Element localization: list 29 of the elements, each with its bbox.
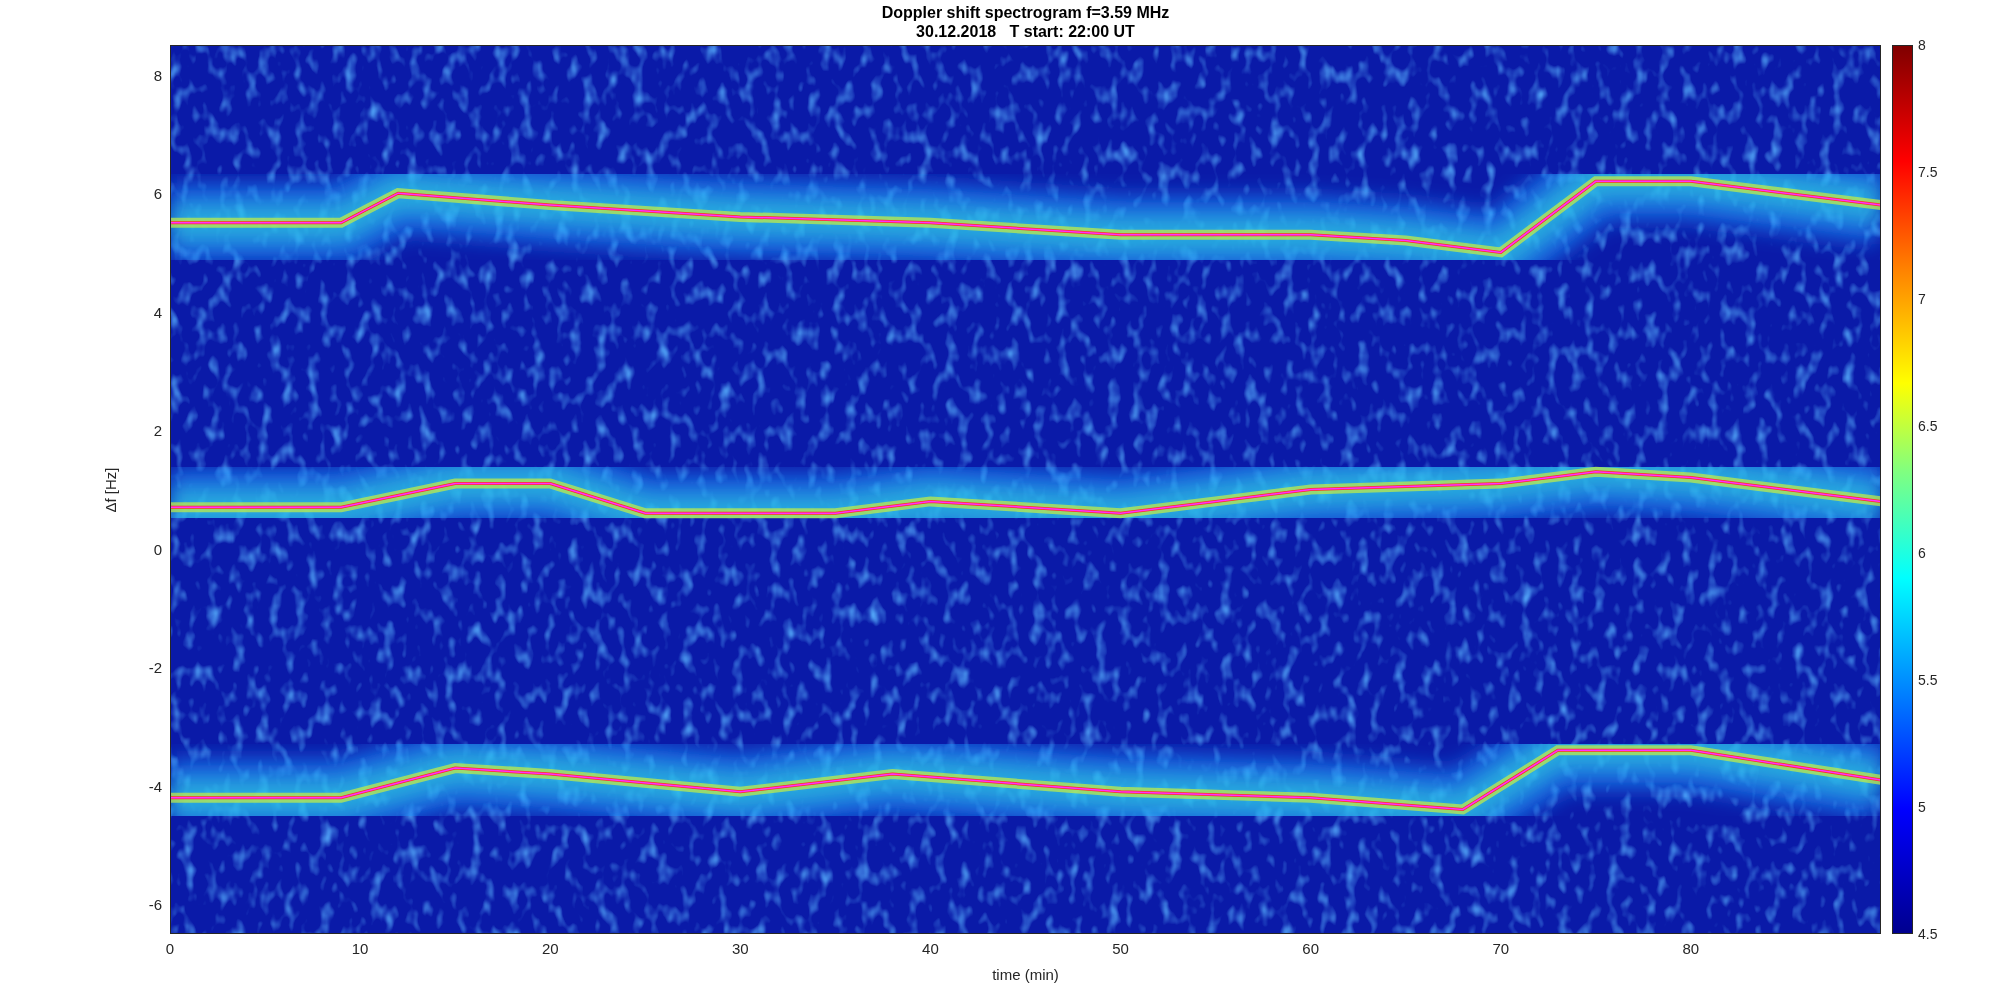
y-tick-label: 6 — [153, 184, 162, 202]
y-tick-label: -4 — [148, 777, 162, 795]
y-tick-label: 2 — [153, 421, 162, 439]
x-axis-label: time (min) — [992, 966, 1059, 983]
colorbar-tick-label: 4.5 — [1918, 926, 1938, 942]
y-axis-label: Δf [Hz] — [101, 467, 119, 512]
y-tick-label: -2 — [148, 658, 162, 676]
y-tick-label: 4 — [153, 303, 162, 321]
colorbar-tick-label: 7.5 — [1918, 164, 1938, 180]
colorbar-tick-label: 6.5 — [1918, 418, 1938, 434]
colorbar-tick-label: 5 — [1918, 799, 1926, 815]
x-tick-label: 30 — [732, 940, 749, 957]
chart-title: Doppler shift spectrogram f=3.59 MHz — [881, 3, 1170, 22]
x-tick-label: 50 — [1112, 940, 1129, 957]
colorbar-tick-label: 7 — [1918, 291, 1926, 307]
colorbar-tick-label: 8 — [1918, 37, 1926, 53]
x-tick-label: 80 — [1682, 940, 1700, 957]
x-tick-label: 60 — [1302, 940, 1319, 957]
x-tick-label: 20 — [541, 940, 559, 957]
x-tick-label: 40 — [922, 940, 939, 957]
x-tick-label: 0 — [165, 940, 175, 957]
chart-title: 30.12.2018 T start: 22:00 UT — [916, 22, 1135, 41]
y-tick-label: 0 — [153, 540, 162, 558]
x-tick-label: 70 — [1492, 940, 1510, 957]
colorbar-tick-label: 5.5 — [1918, 672, 1938, 688]
y-tick-label: 8 — [153, 66, 162, 84]
colorbar-tick-label: 6 — [1918, 545, 1926, 561]
y-tick-label: -6 — [148, 895, 162, 913]
x-tick-label: 10 — [351, 940, 369, 957]
